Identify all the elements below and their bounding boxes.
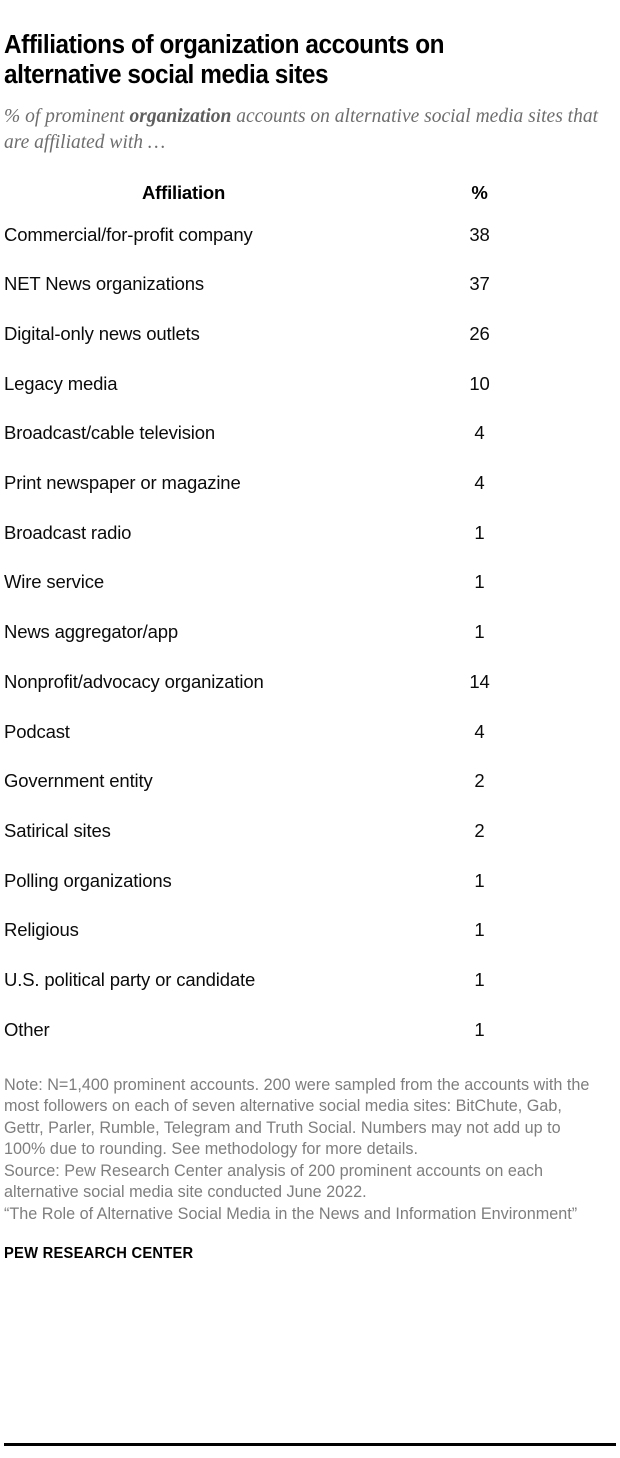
row-value: 38 [449,226,616,260]
table-row: Government entity2 [4,757,616,807]
table-row: NET News organizations37 [4,260,616,310]
table-row: Other1 [4,1005,616,1055]
row-label: Religious [4,906,449,956]
pew-research-center-brand: PEW RESEARCH CENTER [4,1245,574,1263]
row-value: 1 [449,608,616,658]
row-label: Digital-only news outlets [4,309,449,359]
table-body: Commercial/for-profit company38NET News … [4,226,616,1055]
row-value: 1 [449,1005,616,1055]
row-value: 14 [449,657,616,707]
row-label: Other [4,1005,449,1055]
row-value: 1 [449,508,616,558]
row-label: Polling organizations [4,856,449,906]
row-label: News aggregator/app [4,608,449,658]
table-row: Religious1 [4,906,616,956]
row-value: 10 [449,359,616,409]
page-title: Affiliations of organization accounts on… [4,0,563,90]
row-label: Satirical sites [4,806,449,856]
row-label: Commercial/for-profit company [4,226,449,260]
row-label: Nonprofit/advocacy organization [4,657,449,707]
table-row: Wire service1 [4,558,616,608]
row-value: 2 [449,806,616,856]
row-value: 1 [449,558,616,608]
row-label: U.S. political party or candidate [4,955,449,1005]
table-row: Legacy media10 [4,359,616,409]
row-label: NET News organizations [4,260,449,310]
report-title-text: “The Role of Alternative Social Media in… [4,1204,604,1226]
footnotes: Note: N=1,400 prominent accounts. 200 we… [4,1075,604,1263]
row-label: Broadcast radio [4,508,449,558]
table-row: Digital-only news outlets26 [4,309,616,359]
table-row: Podcast4 [4,707,616,757]
source-text: Source: Pew Research Center analysis of … [4,1161,604,1204]
row-value: 4 [449,707,616,757]
row-value: 26 [449,309,616,359]
column-header-percent: % [449,182,616,226]
column-header-affiliation: Affiliation [4,182,449,226]
row-label: Wire service [4,558,449,608]
chart-subtitle: % of prominent organization accounts on … [4,90,604,155]
row-label: Government entity [4,757,449,807]
row-value: 4 [449,409,616,459]
subtitle-emphasis: organization [129,106,231,127]
table-row: Broadcast radio1 [4,508,616,558]
table-header-row: Affiliation % [4,182,616,226]
row-value: 1 [449,955,616,1005]
row-label: Legacy media [4,359,449,409]
row-label: Broadcast/cable television [4,409,449,459]
row-value: 1 [449,906,616,956]
subtitle-pre: % of prominent [4,106,129,127]
affiliations-table: Affiliation % Commercial/for-profit comp… [4,182,616,1055]
table-row: News aggregator/app1 [4,608,616,658]
table-header: Affiliation % [4,182,616,226]
table-row: Commercial/for-profit company38 [4,226,616,260]
note-text: Note: N=1,400 prominent accounts. 200 we… [4,1075,604,1161]
table-row: Broadcast/cable television4 [4,409,616,459]
row-value: 4 [449,458,616,508]
row-value: 2 [449,757,616,807]
row-label: Print newspaper or magazine [4,458,449,508]
row-label: Podcast [4,707,449,757]
table-row: Nonprofit/advocacy organization14 [4,657,616,707]
table-row: Print newspaper or magazine4 [4,458,616,508]
table-row: Satirical sites2 [4,806,616,856]
chart-card: Affiliations of organization accounts on… [0,0,620,1458]
row-value: 37 [449,260,616,310]
table-row: U.S. political party or candidate1 [4,955,616,1005]
bottom-divider [4,1443,616,1446]
table-row: Polling organizations1 [4,856,616,906]
row-value: 1 [449,856,616,906]
